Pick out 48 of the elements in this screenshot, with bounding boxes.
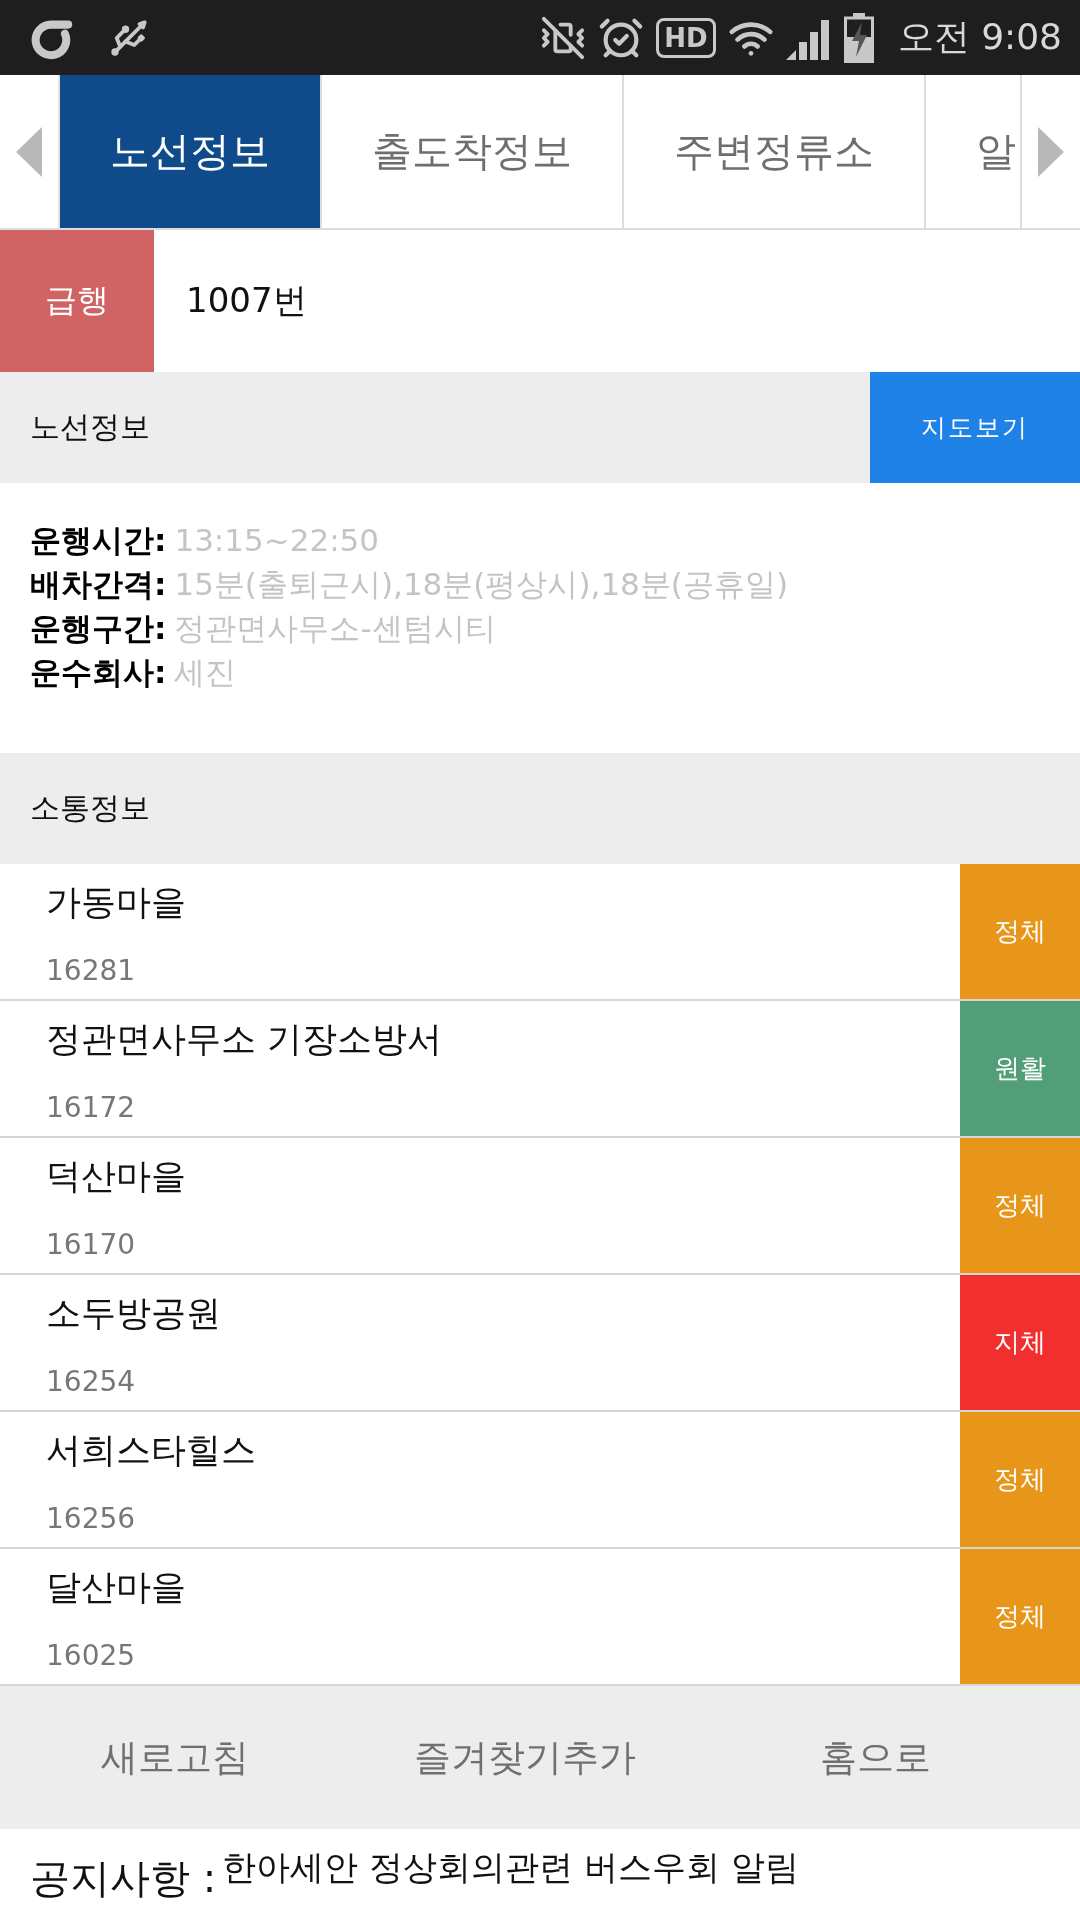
section-title: 노선정보 <box>30 408 150 446</box>
info-label: 운행구간: <box>30 609 167 648</box>
traffic-status-badge: 원활 <box>960 1001 1080 1136</box>
stop-row[interactable]: 서희스타힐스 16256 정체 <box>0 1412 1080 1549</box>
stop-row[interactable]: 가동마을 16281 정체 <box>0 864 1080 1001</box>
bottom-button[interactable]: 새로고침 <box>85 1722 265 1793</box>
battery-charging-icon <box>843 12 874 63</box>
stop-name: 가동마을 <box>46 881 186 924</box>
traffic-status-badge: 정체 <box>960 864 1080 999</box>
hd-indicator: HD <box>656 17 716 58</box>
info-value: 정관면사무소-센텀시티 <box>174 609 496 648</box>
info-label: 배차간격: <box>30 565 167 604</box>
vibrate-off-icon <box>540 14 587 61</box>
traffic-status-badge: 정체 <box>960 1412 1080 1547</box>
stop-name: 소두방공원 <box>46 1292 221 1335</box>
stop-number: 16170 <box>46 1228 136 1262</box>
stop-row[interactable]: 정관면사무소 기장소방서 16172 원활 <box>0 1001 1080 1138</box>
stop-row[interactable]: 소두방공원 16254 지체 <box>0 1275 1080 1412</box>
bottom-button[interactable]: 즐겨찾기추가 <box>398 1722 652 1793</box>
notice-label: 공지사항 : <box>30 1854 217 1903</box>
traffic-status-badge: 정체 <box>960 1138 1080 1273</box>
stop-number: 16254 <box>46 1365 136 1399</box>
traffic-status-badge: 정체 <box>960 1549 1080 1684</box>
caret-right-icon <box>1038 126 1064 177</box>
stop-name: 덕산마을 <box>46 1155 186 1198</box>
stop-name: 정관면사무소 기장소방서 <box>46 1018 443 1061</box>
stop-row[interactable]: 덕산마을 16170 정체 <box>0 1138 1080 1275</box>
bottom-button[interactable]: 홈으로 <box>803 1722 947 1793</box>
info-label: 운수회사: <box>30 653 167 692</box>
section-title: 소통정보 <box>30 789 150 827</box>
stop-number: 16281 <box>46 954 136 988</box>
stop-name: 서희스타힐스 <box>46 1429 256 1472</box>
stop-number: 16025 <box>46 1639 136 1673</box>
map-view-button[interactable]: 지도보기 <box>870 372 1080 483</box>
route-type-badge: 급행 <box>0 230 154 372</box>
info-label: 운행시간: <box>30 521 167 560</box>
info-value: 13:15~22:50 <box>174 521 380 560</box>
tab[interactable]: 노선정보 <box>60 75 322 228</box>
stop-number: 16172 <box>46 1091 136 1125</box>
status-time: 오전 9:08 <box>897 15 1062 59</box>
info-value: 15분(출퇴근시),18분(평상시),18분(공휴일) <box>174 565 789 604</box>
route-number: 1007번 <box>186 279 307 322</box>
caret-left-icon <box>16 126 42 177</box>
info-value: 세진 <box>174 653 237 692</box>
stop-number: 16256 <box>46 1502 136 1536</box>
notice-text[interactable]: 한아세안 정상회의관련 버스우회 알림 <box>222 1845 799 1891</box>
stop-name: 달산마을 <box>46 1566 186 1609</box>
traffic-status-badge: 지체 <box>960 1275 1080 1410</box>
